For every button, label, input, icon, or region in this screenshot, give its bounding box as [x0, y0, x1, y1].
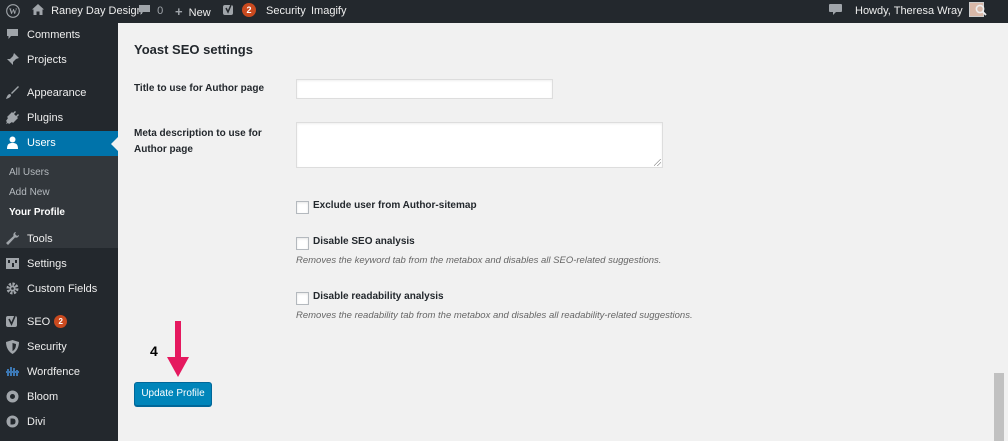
- sidebar-item-projects[interactable]: Projects: [0, 48, 118, 73]
- search-icon[interactable]: [975, 0, 987, 23]
- sidebar-item-label: Settings: [27, 258, 67, 270]
- plus-icon: +: [175, 4, 183, 19]
- shield-icon: [6, 340, 22, 356]
- sidebar-item-label: Security: [27, 341, 67, 353]
- wordpress-logo-icon[interactable]: W: [6, 0, 20, 23]
- sidebar-item-comments[interactable]: Comments: [0, 23, 118, 48]
- sidebar-item-bloom[interactable]: Bloom: [0, 385, 118, 410]
- settings-icon: [6, 257, 22, 273]
- yoast-menu[interactable]: 2: [222, 0, 257, 23]
- seo-notification-badge: 2: [54, 314, 68, 328]
- sidebar-item-wordfence[interactable]: Wordfence: [0, 360, 118, 385]
- section-heading: Yoast SEO settings: [134, 42, 253, 57]
- meta-description-label-line1: Meta description to use for: [134, 128, 262, 139]
- scrollbar-thumb[interactable]: [994, 373, 1004, 441]
- comment-bubble-icon: [139, 5, 153, 17]
- title-field-label: Title to use for Author page: [134, 83, 265, 94]
- scrollbar[interactable]: [990, 23, 1008, 441]
- sidebar-item-label: Wordfence: [27, 366, 80, 378]
- comments-count: 0: [157, 5, 164, 17]
- sidebar-item-settings[interactable]: Settings: [0, 252, 118, 277]
- site-name: Raney Day Design: [51, 5, 143, 17]
- bloom-icon: [6, 390, 22, 406]
- exclude-sitemap-label[interactable]: Exclude user from Author-sitemap: [313, 200, 477, 211]
- author-title-input[interactable]: [296, 79, 553, 99]
- admin-sidebar: Comments Projects Appearance Plugins Use…: [0, 23, 118, 441]
- divi-icon: [6, 415, 22, 431]
- submenu-item-all-users[interactable]: All Users: [9, 167, 49, 178]
- pin-icon: [6, 53, 22, 69]
- update-profile-button[interactable]: Update Profile: [134, 382, 212, 406]
- disable-readability-description: Removes the readability tab from the met…: [296, 310, 693, 321]
- disable-seo-analysis-description: Removes the keyword tab from the metabox…: [296, 255, 662, 266]
- sidebar-item-custom-fields[interactable]: Custom Fields: [0, 277, 118, 302]
- svg-text:W: W: [9, 7, 18, 16]
- home-icon: [32, 4, 47, 17]
- disable-readability-label[interactable]: Disable readability analysis: [313, 291, 444, 302]
- meta-description-label: Meta description to use for Author page: [134, 126, 262, 158]
- sidebar-item-label: Tools: [27, 233, 53, 245]
- sidebar-item-appearance[interactable]: Appearance: [0, 81, 118, 106]
- sidebar-item-seo[interactable]: SEO 2: [0, 310, 118, 335]
- gear-icon: [6, 282, 22, 298]
- sidebar-item-label: SEO: [27, 316, 51, 328]
- yoast-icon: [222, 4, 238, 17]
- wrench-icon: [6, 232, 22, 248]
- sidebar-item-security[interactable]: Security: [0, 335, 118, 360]
- yoast-notification-badge: 2: [242, 3, 257, 18]
- disable-seo-analysis-label[interactable]: Disable SEO analysis: [313, 236, 415, 247]
- wordfence-icon: [6, 365, 22, 381]
- disable-seo-analysis-checkbox[interactable]: [296, 237, 309, 250]
- imagify-link[interactable]: Imagify: [311, 0, 346, 23]
- sidebar-item-label: Bloom: [27, 391, 59, 403]
- sidebar-item-label: Users: [27, 137, 56, 149]
- new-label: New: [188, 7, 211, 19]
- sidebar-item-users[interactable]: Users: [0, 131, 118, 156]
- step-number-annotation: 4: [150, 343, 158, 359]
- account-menu[interactable]: Howdy, Theresa Wray: [855, 0, 984, 23]
- main-content: Yoast SEO settings Title to use for Auth…: [118, 23, 990, 441]
- comments-link[interactable]: 0: [139, 0, 163, 23]
- security-link[interactable]: Security: [266, 0, 306, 23]
- sidebar-item-label: Projects: [27, 54, 67, 66]
- plug-icon: [6, 111, 22, 127]
- sidebar-item-plugins[interactable]: Plugins: [0, 106, 118, 131]
- sidebar-item-label: Plugins: [27, 112, 64, 124]
- yoast-icon: [6, 315, 22, 331]
- submenu-item-your-profile[interactable]: Your Profile: [9, 207, 65, 218]
- admin-bar: W Raney Day Design 0 + New 2 Security Im…: [0, 0, 1008, 23]
- sidebar-item-label: Divi: [27, 416, 46, 428]
- sidebar-item-tools[interactable]: Tools: [0, 227, 118, 252]
- resize-handle-icon[interactable]: [654, 159, 661, 166]
- site-name-link[interactable]: Raney Day Design: [32, 0, 143, 23]
- sidebar-item-label: Comments: [27, 29, 81, 41]
- sidebar-item-label: Appearance: [27, 87, 87, 99]
- user-icon: [6, 136, 22, 152]
- sidebar-item-label: Custom Fields: [27, 283, 98, 295]
- meta-description-textarea[interactable]: [296, 122, 663, 168]
- meta-description-label-line2: Author page: [134, 144, 193, 155]
- down-arrow-annotation-icon: [167, 321, 189, 377]
- exclude-sitemap-checkbox[interactable]: [296, 201, 309, 214]
- submenu-item-add-new[interactable]: Add New: [9, 187, 50, 198]
- sidebar-item-label-group: SEO 2: [27, 314, 68, 328]
- new-content-link[interactable]: + New: [175, 0, 211, 23]
- brush-icon: [6, 86, 22, 102]
- sidebar-item-divi[interactable]: Divi: [0, 410, 118, 435]
- greeting: Howdy, Theresa Wray: [855, 5, 963, 17]
- disable-readability-checkbox[interactable]: [296, 292, 309, 305]
- comments-icon: [6, 28, 22, 44]
- screen-options-icon[interactable]: [829, 0, 842, 23]
